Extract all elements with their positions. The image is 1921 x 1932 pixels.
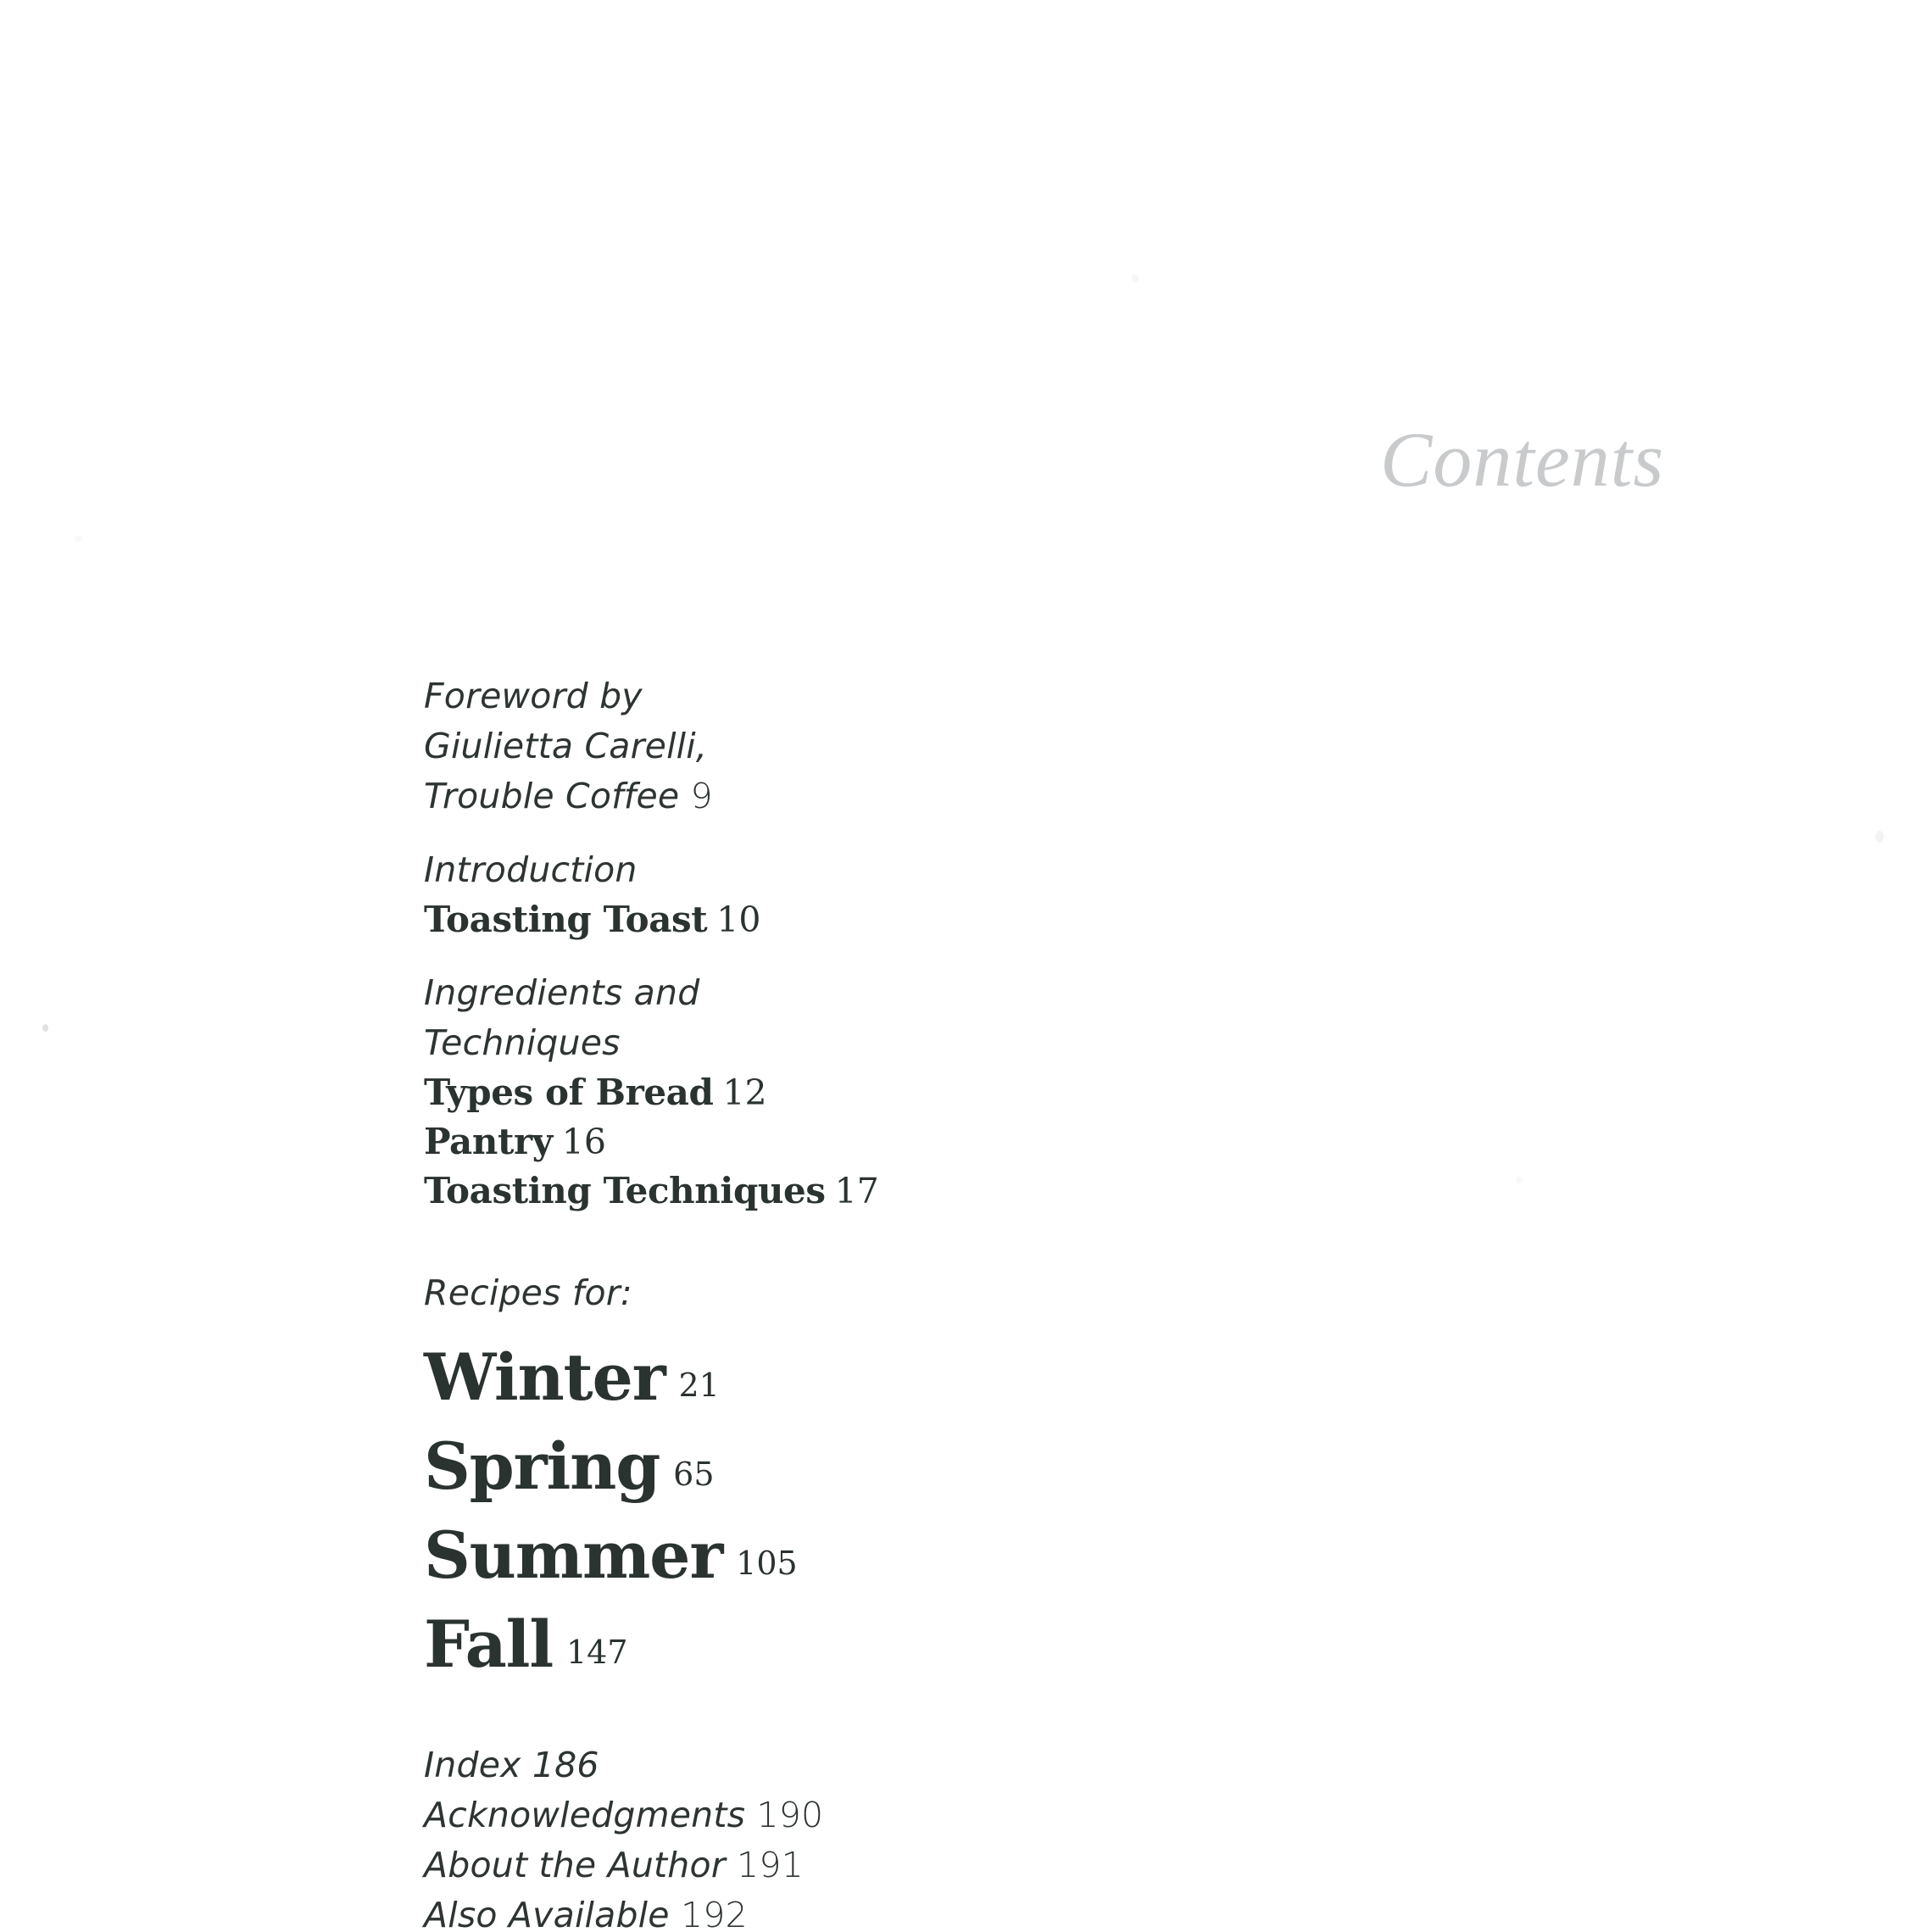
toc-section-ingredients: Ingredients and Techniques Types of Brea…	[424, 968, 1356, 1216]
season-name: Spring	[424, 1428, 660, 1504]
scan-speck	[1516, 1177, 1523, 1183]
season-name: Fall	[424, 1606, 554, 1682]
ingredients-entry: Types of Bread 12	[424, 1068, 1356, 1117]
season-entry-fall: Fall 147	[424, 1604, 1356, 1693]
foreword-line-2: Giulietta Carelli,	[424, 726, 708, 766]
introduction-entry-title: Toasting Toast	[424, 899, 708, 940]
introduction-entry-page: 10	[716, 899, 761, 940]
backmatter-entry-page: 186	[532, 1745, 599, 1785]
ingredients-entry-page: 17	[834, 1171, 879, 1211]
backmatter-entry-title: About the Author	[424, 1845, 726, 1885]
table-of-contents: Foreword by Giulietta Carelli, Trouble C…	[424, 671, 1356, 1932]
introduction-entry: Toasting Toast 10	[424, 895, 1356, 944]
scan-speck	[42, 1024, 48, 1032]
ingredients-label-line-2: Techniques	[424, 1022, 621, 1063]
backmatter-entry-title: Index	[424, 1745, 521, 1785]
backmatter-entry-page: 192	[680, 1895, 748, 1932]
ingredients-entry-title: Toasting Techniques	[424, 1170, 826, 1211]
foreword-line-1: Foreword by	[424, 676, 643, 716]
backmatter-entry-also-available: Also Available 192	[424, 1890, 1356, 1932]
foreword-line-3: Trouble Coffee 9	[424, 771, 1356, 821]
ingredients-entry-title: Pantry	[424, 1121, 553, 1162]
toc-section-introduction: Introduction Toasting Toast 10	[424, 845, 1356, 944]
foreword-entry-page: 9	[690, 776, 713, 816]
page-title: Contents	[1380, 416, 1665, 503]
toc-page: Contents Foreword by Giulietta Carelli, …	[0, 0, 1921, 1932]
backmatter-entry-index: Index 186	[424, 1740, 1356, 1790]
ingredients-entry-page: 16	[561, 1122, 606, 1162]
backmatter-entry-title: Acknowledgments	[424, 1795, 746, 1835]
foreword-entry-title: Trouble Coffee	[424, 776, 680, 816]
ingredients-entry: Pantry 16	[424, 1117, 1356, 1166]
backmatter-entry-title: Also Available	[424, 1895, 670, 1932]
recipes-label: Recipes for:	[424, 1272, 632, 1313]
scan-speck	[75, 536, 82, 542]
season-entry-spring: Spring 65	[424, 1426, 1356, 1515]
season-page: 65	[673, 1456, 715, 1493]
backmatter-entry-page: 191	[737, 1845, 804, 1885]
ingredients-entry-page: 12	[722, 1072, 767, 1113]
season-page: 21	[678, 1367, 720, 1404]
toc-section-foreword: Foreword by Giulietta Carelli, Trouble C…	[424, 671, 1356, 821]
scan-speck	[1875, 831, 1884, 843]
season-name: Summer	[424, 1517, 723, 1593]
backmatter-entry-acknowledgments: Acknowledgments 190	[424, 1790, 1356, 1840]
backmatter-entry-about-the-author: About the Author 191	[424, 1840, 1356, 1890]
season-page: 147	[566, 1634, 628, 1671]
toc-section-recipes: Recipes for: Winter 21 Spring 65 Summer 105…	[424, 1268, 1356, 1693]
ingredients-entry: Toasting Techniques 17	[424, 1166, 1356, 1216]
season-entry-summer: Summer 105	[424, 1515, 1356, 1604]
season-name: Winter	[424, 1339, 666, 1415]
scan-speck	[1132, 275, 1139, 282]
introduction-label: Introduction	[424, 849, 638, 890]
season-page: 105	[736, 1545, 798, 1582]
ingredients-label-line-1: Ingredients and	[424, 972, 700, 1013]
ingredients-entry-title: Types of Bread	[424, 1072, 714, 1113]
toc-section-backmatter: Index 186 Acknowledgments 190 About the …	[424, 1740, 1356, 1932]
backmatter-entry-page: 190	[756, 1795, 824, 1835]
season-entry-winter: Winter 21	[424, 1337, 1356, 1426]
